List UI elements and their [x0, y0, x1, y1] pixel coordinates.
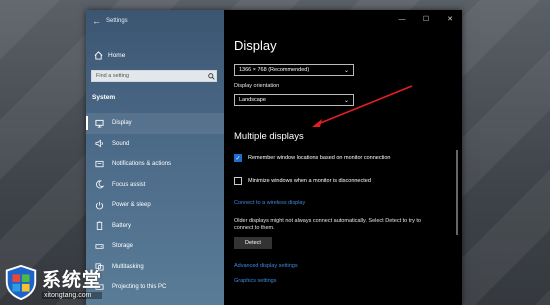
shield-logo-icon [5, 264, 37, 300]
scrollbar[interactable] [456, 150, 458, 235]
page-title: Display [234, 38, 277, 53]
home-nav-item[interactable]: Home [93, 50, 125, 60]
orientation-value: Landscape [239, 97, 266, 103]
display-settings-pane: — ☐ ✕ Display 1366 × 768 (Recommended) ⌄… [224, 10, 462, 305]
sidebar-item-sound[interactable]: Sound [86, 134, 224, 155]
watermark: 系统堂 xitongtang.com [0, 258, 135, 305]
resolution-dropdown[interactable]: 1366 × 768 (Recommended) ⌄ [234, 64, 354, 76]
sidebar-item-display[interactable]: Display [86, 113, 224, 134]
section-heading: System [92, 94, 116, 101]
home-icon [93, 50, 103, 60]
multiple-displays-heading: Multiple displays [234, 131, 304, 142]
maximize-button[interactable]: ☐ [414, 12, 438, 26]
watermark-text: 系统堂 xitongtang.com [42, 265, 103, 299]
sidebar-item-focus-assist[interactable]: Focus assist [86, 175, 224, 196]
speaker-icon [94, 139, 104, 149]
chevron-down-icon: ⌄ [343, 97, 349, 104]
sidebar-item-notifications[interactable]: Notifications & actions [86, 154, 224, 175]
minimize-windows-checkbox[interactable] [234, 177, 242, 185]
sidebar-item-power-sleep[interactable]: Power & sleep [86, 195, 224, 216]
title-bar: ← Settings [92, 15, 128, 27]
watermark-url: xitongtang.com [42, 291, 103, 299]
sidebar-item-label: Focus assist [112, 181, 146, 188]
orientation-dropdown[interactable]: Landscape ⌄ [234, 94, 354, 106]
home-label: Home [108, 51, 126, 59]
detect-help-text: Older displays might not always connect … [234, 218, 421, 231]
sidebar-item-label: Notifications & actions [112, 161, 172, 168]
remember-windows-checkbox[interactable]: ✓ [234, 154, 242, 162]
monitor-icon [94, 118, 104, 128]
sidebar-item-label: Sound [112, 140, 130, 147]
moon-icon [94, 180, 104, 190]
sidebar-item-label: Storage [112, 243, 134, 250]
battery-icon [94, 221, 104, 231]
minimize-windows-label: Minimize windows when a monitor is disco… [248, 178, 371, 184]
orientation-label: Display orientation [234, 83, 280, 89]
app-title: Settings [106, 18, 128, 24]
graphics-settings-link[interactable]: Graphics settings [234, 278, 277, 284]
sidebar-item-label: Power & sleep [112, 202, 151, 209]
storage-icon [94, 241, 104, 251]
detect-button[interactable]: Detect [234, 237, 272, 249]
notification-icon [94, 159, 104, 169]
sidebar-item-label: Display [112, 120, 132, 127]
back-arrow-icon[interactable]: ← [92, 16, 106, 26]
remember-windows-label: Remember window locations based on monit… [248, 155, 391, 161]
window-controls: — ☐ ✕ [390, 12, 462, 26]
search-icon[interactable] [206, 72, 216, 80]
watermark-title: 系统堂 [42, 268, 103, 291]
sidebar-item-storage[interactable]: Storage [86, 236, 224, 257]
chevron-down-icon: ⌄ [343, 67, 349, 74]
sidebar-item-battery[interactable]: Battery [86, 216, 224, 237]
wireless-display-link[interactable]: Connect to a wireless display [234, 200, 305, 206]
remember-windows-option[interactable]: ✓ Remember window locations based on mon… [234, 154, 390, 162]
close-button[interactable]: ✕ [438, 12, 462, 26]
minimize-windows-option[interactable]: Minimize windows when a monitor is disco… [234, 177, 371, 185]
minimize-button[interactable]: — [390, 12, 414, 26]
search-placeholder: Find a setting [96, 73, 130, 79]
search-input[interactable]: Find a setting [91, 70, 217, 82]
advanced-display-settings-link[interactable]: Advanced display settings [234, 263, 298, 269]
sidebar-item-label: Battery [112, 222, 132, 229]
power-icon [94, 200, 104, 210]
resolution-value: 1366 × 768 (Recommended) [239, 67, 310, 73]
settings-window: ← Settings Home Find a setting System Di… [86, 10, 462, 305]
